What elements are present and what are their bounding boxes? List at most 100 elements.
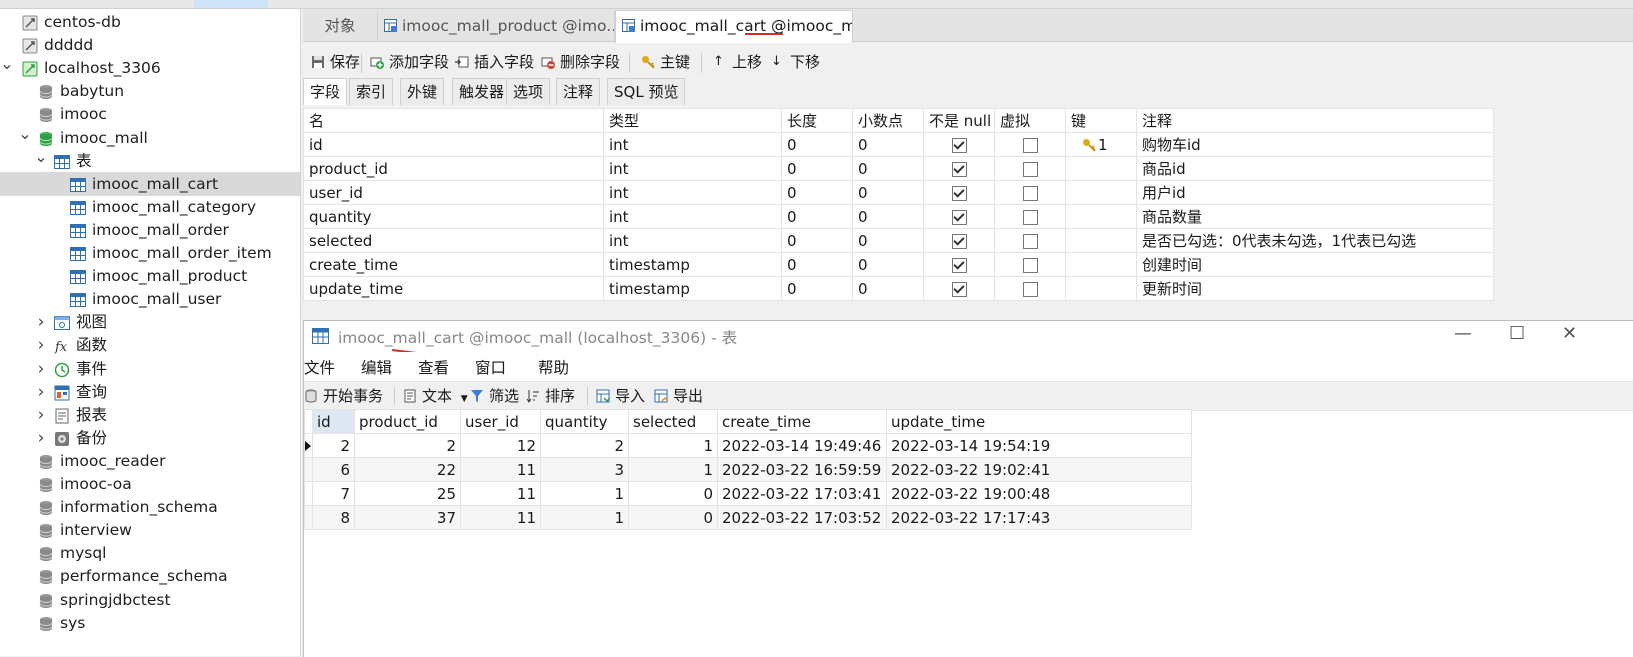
virtual-checkbox[interactable] [1022, 137, 1038, 153]
menu-item[interactable]: 文件 [304, 356, 335, 378]
sidebar-item-imooc-mall[interactable]: ⌄ imooc_mall [0, 125, 300, 150]
menu-item[interactable]: 编辑 [361, 356, 392, 378]
menu-item[interactable]: 帮助 [538, 356, 569, 378]
data-cell[interactable]: 2022-03-22 16:59:59 [717, 457, 887, 482]
sidebar-item--[interactable]: › 备份 [0, 426, 300, 450]
data-cell[interactable]: 2022-03-22 17:17:43 [886, 505, 1192, 530]
row-selector[interactable] [304, 457, 313, 482]
sidebar-item--[interactable]: › 报表 [0, 403, 300, 427]
field-length-cell[interactable]: 0 [781, 228, 853, 253]
field-length-cell[interactable]: 0 [781, 252, 853, 277]
data-cell[interactable]: 2022-03-14 19:49:46 [717, 433, 887, 458]
data-cell[interactable]: 11 [460, 457, 541, 482]
data-row[interactable]: 2 2 12 2 1 2022-03-14 19:49:46 2022-03-14 19:5… [304, 433, 1192, 458]
data-cell[interactable]: 1 [540, 481, 629, 506]
fields-column-header[interactable]: 小数点 [852, 108, 924, 133]
chevron-down-icon[interactable]: ⌄ [34, 148, 48, 165]
fields-column-header[interactable]: 键 [1065, 108, 1137, 133]
fields-column-header[interactable]: 虚拟 [994, 108, 1066, 133]
field-not-null-cell[interactable] [923, 276, 995, 301]
sidebar-item-sys[interactable]: sys [0, 611, 300, 635]
save-button[interactable]: 保存 [311, 50, 360, 74]
field-comment-cell[interactable]: 是否已勾选：0代表未勾选，1代表已勾选 [1136, 228, 1494, 253]
sort-button[interactable]: 排序 [526, 384, 575, 408]
sidebar-item-imooc-mall-category[interactable]: imooc_mall_category [0, 195, 300, 219]
field-not-null-cell[interactable] [923, 132, 995, 157]
field-length-cell[interactable]: 0 [781, 204, 853, 229]
field-key-cell[interactable] [1065, 276, 1137, 301]
data-column-header[interactable]: selected [628, 409, 718, 434]
sidebar-item--[interactable]: › 视图 [0, 310, 300, 334]
virtual-checkbox[interactable] [1022, 209, 1038, 225]
field-type-cell[interactable]: int [603, 228, 782, 253]
data-cell[interactable]: 1 [628, 457, 718, 482]
field-row[interactable]: selected int 0 0 是否已勾选：0代表未勾选，1代表已勾选 [303, 228, 1494, 253]
field-row[interactable]: quantity int 0 0 商品数量 [303, 204, 1494, 229]
not-null-checkbox[interactable] [951, 185, 967, 201]
sidebar-item-imooc-mall-order-item[interactable]: imooc_mall_order_item [0, 241, 300, 265]
field-decimals-cell[interactable]: 0 [852, 156, 924, 181]
field-decimals-cell[interactable]: 0 [852, 180, 924, 205]
field-type-cell[interactable]: timestamp [603, 276, 782, 301]
data-cell[interactable]: 12 [460, 433, 541, 458]
insert-field-button[interactable]: 插入字段 [455, 50, 534, 74]
field-row[interactable]: update_time timestamp 0 0 更新时间 [303, 276, 1494, 301]
field-type-cell[interactable]: int [603, 156, 782, 181]
not-null-checkbox[interactable] [951, 137, 967, 153]
data-cell[interactable]: 11 [460, 481, 541, 506]
field-length-cell[interactable]: 0 [781, 132, 853, 157]
field-virtual-cell[interactable] [994, 228, 1066, 253]
sidebar-item-localhost-3306[interactable]: ⌄ localhost_3306 [0, 56, 300, 80]
field-name-cell[interactable]: id [303, 132, 604, 157]
data-column-header[interactable]: user_id [460, 409, 541, 434]
field-type-cell[interactable]: int [603, 204, 782, 229]
data-column-header[interactable]: quantity [540, 409, 629, 434]
chevron-right-icon[interactable]: › [34, 357, 48, 381]
close-button[interactable]: ✕ [1562, 323, 1577, 344]
field-key-cell[interactable] [1065, 180, 1137, 205]
field-comment-cell[interactable]: 用户id [1136, 180, 1494, 205]
data-cell[interactable]: 2022-03-22 19:00:48 [886, 481, 1192, 506]
sidebar-item--[interactable]: › fx 函数 [0, 333, 300, 357]
data-cell[interactable]: 6 [312, 457, 355, 482]
menu-item[interactable]: 查看 [418, 356, 449, 378]
field-key-cell[interactable] [1065, 252, 1137, 277]
subtab-2[interactable]: 外键 [400, 78, 445, 105]
fields-column-header[interactable]: 名 [303, 108, 604, 133]
not-null-checkbox[interactable] [951, 161, 967, 177]
data-cell[interactable]: 1 [540, 505, 629, 530]
field-comment-cell[interactable]: 更新时间 [1136, 276, 1494, 301]
field-not-null-cell[interactable] [923, 156, 995, 181]
field-decimals-cell[interactable]: 0 [852, 276, 924, 301]
data-row[interactable]: 6 22 11 3 1 2022-03-22 16:59:59 2022-03-22 19:… [304, 457, 1192, 482]
field-key-cell[interactable] [1065, 156, 1137, 181]
chevron-down-icon[interactable]: ⌄ [18, 125, 32, 142]
field-name-cell[interactable]: selected [303, 228, 604, 253]
data-cell[interactable]: 25 [354, 481, 461, 506]
field-virtual-cell[interactable] [994, 132, 1066, 157]
field-comment-cell[interactable]: 创建时间 [1136, 252, 1494, 277]
field-not-null-cell[interactable] [923, 252, 995, 277]
filter-button[interactable]: 筛选 [470, 384, 519, 408]
virtual-checkbox[interactable] [1022, 281, 1038, 297]
data-cell[interactable]: 1 [628, 433, 718, 458]
sidebar-item-imooc-oa[interactable]: imooc-oa [0, 472, 300, 496]
sidebar-item--[interactable]: ⌄ 表 [0, 148, 300, 173]
row-selector[interactable] [304, 433, 313, 458]
data-cell[interactable]: 2022-03-22 17:03:41 [717, 481, 887, 506]
field-not-null-cell[interactable] [923, 204, 995, 229]
not-null-checkbox[interactable] [951, 233, 967, 249]
data-cell[interactable]: 7 [312, 481, 355, 506]
data-cell[interactable]: 3 [540, 457, 629, 482]
field-name-cell[interactable]: create_time [303, 252, 604, 277]
data-cell[interactable]: 2 [354, 433, 461, 458]
field-comment-cell[interactable]: 商品id [1136, 156, 1494, 181]
sidebar-item-information-schema[interactable]: information_schema [0, 495, 300, 519]
begin-transaction-button[interactable]: 开始事务 [304, 384, 383, 408]
sidebar-item-babytun[interactable]: babytun [0, 79, 300, 103]
export-button[interactable]: 导出 [654, 384, 703, 408]
fields-column-header[interactable]: 长度 [781, 108, 853, 133]
chevron-right-icon[interactable]: › [34, 403, 48, 427]
fields-column-header[interactable]: 注释 [1136, 108, 1494, 133]
data-cell[interactable]: 11 [460, 505, 541, 530]
